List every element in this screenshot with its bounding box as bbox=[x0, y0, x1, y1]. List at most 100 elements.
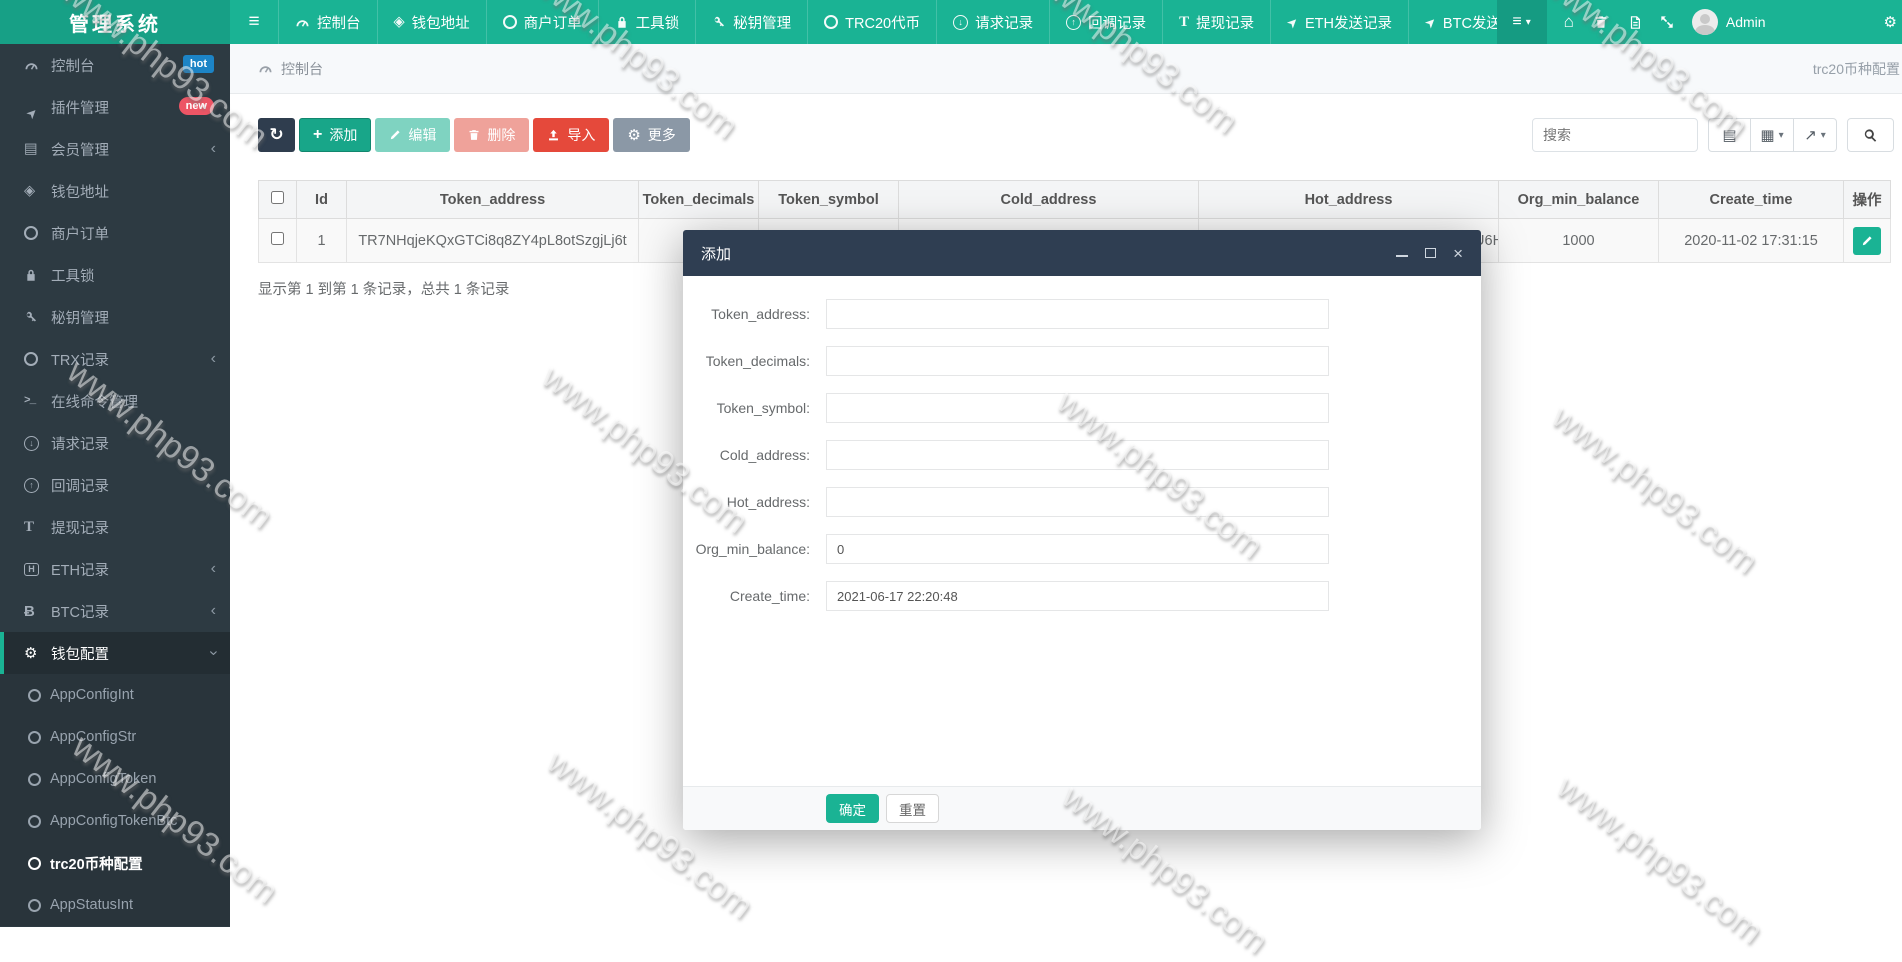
minimize-icon[interactable] bbox=[1396, 249, 1408, 257]
select-all-checkbox[interactable] bbox=[271, 191, 284, 204]
sidebar-item-dashboard[interactable]: 控制台hot bbox=[0, 44, 230, 86]
sidebar-item-merchant-orders[interactable]: 商户订单 bbox=[0, 212, 230, 254]
nav-item-tool-lock[interactable]: 工具锁 bbox=[598, 0, 696, 44]
clear-cache-button[interactable] bbox=[1628, 15, 1642, 30]
cold-address-input[interactable] bbox=[826, 440, 1329, 470]
nav-item-eth-send-log[interactable]: ➤ETH发送记录 bbox=[1270, 0, 1408, 44]
token-address-input[interactable] bbox=[826, 299, 1329, 329]
maximize-icon[interactable] bbox=[1425, 248, 1436, 258]
sidebar-item-members[interactable]: ▤会员管理‹ bbox=[0, 128, 230, 170]
hot-address-input[interactable] bbox=[826, 487, 1329, 517]
send-icon: ➤ bbox=[1422, 14, 1439, 31]
more-button[interactable]: ⚙更多 bbox=[613, 118, 689, 152]
breadcrumb-item[interactable]: 控制台 bbox=[281, 59, 323, 79]
field-create-time: Create_time: bbox=[683, 581, 1481, 611]
columns-button[interactable]: ▦▾ bbox=[1751, 118, 1794, 152]
current-page-tab[interactable]: trc20币种配置 bbox=[1813, 59, 1900, 79]
nav-menu-dropdown-button[interactable]: ≡▾ bbox=[1497, 0, 1547, 44]
nav-item-withdraw-log[interactable]: T提现记录 bbox=[1162, 0, 1270, 44]
create-time-input[interactable] bbox=[826, 581, 1329, 611]
dashboard-icon bbox=[258, 61, 273, 76]
nav-item-label: TRC20代币 bbox=[845, 12, 920, 33]
nav-item-label: 回调记录 bbox=[1088, 12, 1146, 33]
btc-icon: Ƀ bbox=[24, 604, 51, 619]
column-header-token-decimals: Token_decimals bbox=[639, 181, 759, 219]
sidebar-item-withdraw-log[interactable]: T提现记录 bbox=[0, 506, 230, 548]
cell-create-time: 2020-11-02 17:31:15 bbox=[1659, 219, 1844, 263]
org-min-balance-input[interactable] bbox=[826, 534, 1329, 564]
home-button[interactable]: ⌂ bbox=[1564, 12, 1574, 32]
chevron-down-icon: ‹ bbox=[205, 650, 221, 655]
close-icon[interactable]: × bbox=[1453, 246, 1463, 260]
sidebar-item-label: 秘钥管理 bbox=[51, 307, 109, 328]
confirm-button[interactable]: 确定 bbox=[826, 794, 879, 823]
sidebar-item-label: 钱包地址 bbox=[51, 181, 109, 202]
token-decimals-input[interactable] bbox=[826, 346, 1329, 376]
import-button[interactable]: 导入 bbox=[533, 118, 609, 152]
sidebar: 控制台hot ➤插件管理new ▤会员管理‹ ◈钱包地址 商户订单 工具锁 秘钥… bbox=[0, 44, 230, 927]
dashboard-icon bbox=[24, 58, 51, 73]
column-header-actions: 操作 bbox=[1844, 181, 1891, 219]
send-icon: ➤ bbox=[1284, 14, 1301, 31]
sidebar-item-wallet-address[interactable]: ◈钱包地址 bbox=[0, 170, 230, 212]
sidebar-subitem-appstatusint[interactable]: AppStatusInt bbox=[0, 884, 230, 926]
nav-item-merchant-orders[interactable]: 商户订单 bbox=[486, 0, 598, 44]
sidebar-subitem-trc20-coin-config[interactable]: trc20币种配置 bbox=[0, 842, 230, 884]
field-label: Token_symbol: bbox=[683, 400, 810, 416]
sidebar-toggle-button[interactable]: ≡ bbox=[230, 0, 278, 44]
sidebar-item-callback-log[interactable]: ↑回调记录 bbox=[0, 464, 230, 506]
table-list-icon: ▤ bbox=[1722, 126, 1736, 144]
export-button[interactable]: ↗▾ bbox=[1794, 118, 1837, 152]
circle-icon bbox=[28, 773, 41, 786]
reset-button[interactable]: 重置 bbox=[886, 794, 939, 823]
sidebar-subitem-appconfigstr[interactable]: AppConfigStr bbox=[0, 716, 230, 758]
sidebar-item-trx-log[interactable]: TRX记录‹ bbox=[0, 338, 230, 380]
key-icon bbox=[712, 15, 726, 29]
circle-down-icon: ↓ bbox=[24, 436, 39, 451]
nav-item-label: 商户订单 bbox=[524, 12, 582, 33]
row-edit-button[interactable] bbox=[1853, 227, 1881, 255]
sidebar-item-eth-log[interactable]: HETH记录‹ bbox=[0, 548, 230, 590]
sidebar-item-wallet-config[interactable]: ⚙钱包配置‹ bbox=[0, 632, 230, 674]
detail-view-button[interactable]: ▤ bbox=[1708, 118, 1751, 152]
refresh-button[interactable]: ↻ bbox=[258, 118, 295, 152]
nav-item-request-log[interactable]: ↓请求记录 bbox=[936, 0, 1049, 44]
settings-button[interactable]: ⚙ bbox=[1884, 15, 1897, 30]
row-checkbox[interactable] bbox=[271, 232, 284, 245]
nav-item-dashboard[interactable]: 控制台 bbox=[278, 0, 377, 44]
search-button[interactable] bbox=[1847, 118, 1894, 152]
search-input[interactable] bbox=[1532, 118, 1698, 152]
sidebar-item-request-log[interactable]: ↓请求记录 bbox=[0, 422, 230, 464]
trash-icon bbox=[1594, 15, 1608, 29]
token-symbol-input[interactable] bbox=[826, 393, 1329, 423]
sidebar-subitem-appconfigint[interactable]: AppConfigInt bbox=[0, 674, 230, 716]
dialog-header[interactable]: 添加 × bbox=[683, 230, 1481, 276]
delete-button[interactable]: 删除 bbox=[454, 118, 529, 152]
nav-item-key-management[interactable]: 秘钥管理 bbox=[695, 0, 807, 44]
sidebar-item-btc-log[interactable]: ɃBTC记录‹ bbox=[0, 590, 230, 632]
sidebar-item-label: AppConfigInt bbox=[50, 687, 134, 703]
sidebar-subitem-appconfigtokenbtc[interactable]: AppConfigTokenBtc bbox=[0, 800, 230, 842]
sidebar-item-label: AppConfigTokenBtc bbox=[50, 813, 177, 829]
sidebar-item-key-management[interactable]: 秘钥管理 bbox=[0, 296, 230, 338]
sidebar-item-plugins[interactable]: ➤插件管理new bbox=[0, 86, 230, 128]
nav-item-trc20-token[interactable]: TRC20代币 bbox=[807, 0, 936, 44]
sidebar-item-tool-lock[interactable]: 工具锁 bbox=[0, 254, 230, 296]
nav-item-wallet-address[interactable]: ◈钱包地址 bbox=[377, 0, 486, 44]
field-label: Create_time: bbox=[683, 588, 810, 604]
expand-icon bbox=[1660, 15, 1674, 29]
user-name[interactable]: Admin bbox=[1726, 14, 1766, 30]
sidebar-item-online-command[interactable]: >_在线命令管理 bbox=[0, 380, 230, 422]
nav-item-callback-log[interactable]: ↑回调记录 bbox=[1049, 0, 1162, 44]
avatar[interactable] bbox=[1692, 9, 1718, 35]
add-button[interactable]: +添加 bbox=[299, 118, 371, 152]
fullscreen-button[interactable] bbox=[1660, 15, 1674, 29]
table-header-row: Id Token_address Token_decimals Token_sy… bbox=[259, 181, 1891, 219]
sidebar-subitem-appconfigtoken[interactable]: AppConfigToken bbox=[0, 758, 230, 800]
breadcrumb: 控制台 trc20币种配置 bbox=[230, 44, 1902, 94]
top-menu: 控制台 ◈钱包地址 商户订单 工具锁 秘钥管理 TRC20代币 ↓请求记录 ↑回… bbox=[278, 0, 1547, 44]
clear-trash-button[interactable] bbox=[1594, 15, 1608, 29]
edit-button[interactable]: 编辑 bbox=[375, 118, 450, 152]
lock-icon bbox=[615, 15, 629, 29]
column-header-cold-address: Cold_address bbox=[899, 181, 1199, 219]
